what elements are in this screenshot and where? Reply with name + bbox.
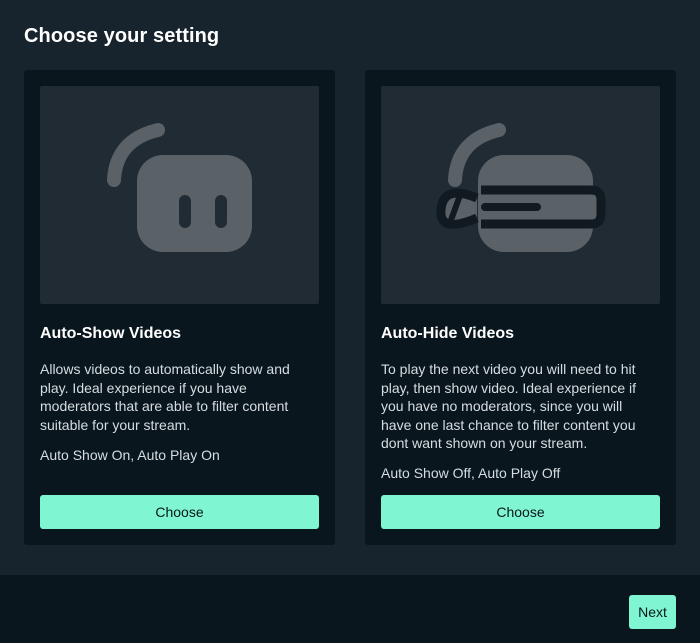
next-button[interactable]: Next: [629, 595, 676, 629]
option-setting: Auto Show On, Auto Play On: [40, 447, 220, 463]
option-description: To play the next video you will need to …: [381, 361, 637, 451]
option-title: Auto-Hide Videos: [381, 325, 515, 342]
option-description: Allows videos to automatically show and …: [40, 361, 290, 433]
option-card-auto-hide: Auto-Hide Videos To play the next video …: [365, 70, 676, 545]
robot-blindfolded-icon: [436, 123, 606, 252]
robot-eyes-icon: [107, 123, 252, 252]
illustration-panel: [40, 86, 319, 304]
choose-auto-hide-button[interactable]: Choose: [381, 495, 660, 529]
footer-bar: [0, 575, 700, 643]
page-title: Choose your setting: [24, 25, 220, 47]
illustration-panel: [381, 86, 660, 304]
option-title: Auto-Show Videos: [40, 325, 182, 342]
option-setting: Auto Show Off, Auto Play Off: [381, 465, 561, 481]
option-card-auto-show: Auto-Show Videos Allows videos to automa…: [24, 70, 335, 545]
choose-auto-show-button[interactable]: Choose: [40, 495, 319, 529]
